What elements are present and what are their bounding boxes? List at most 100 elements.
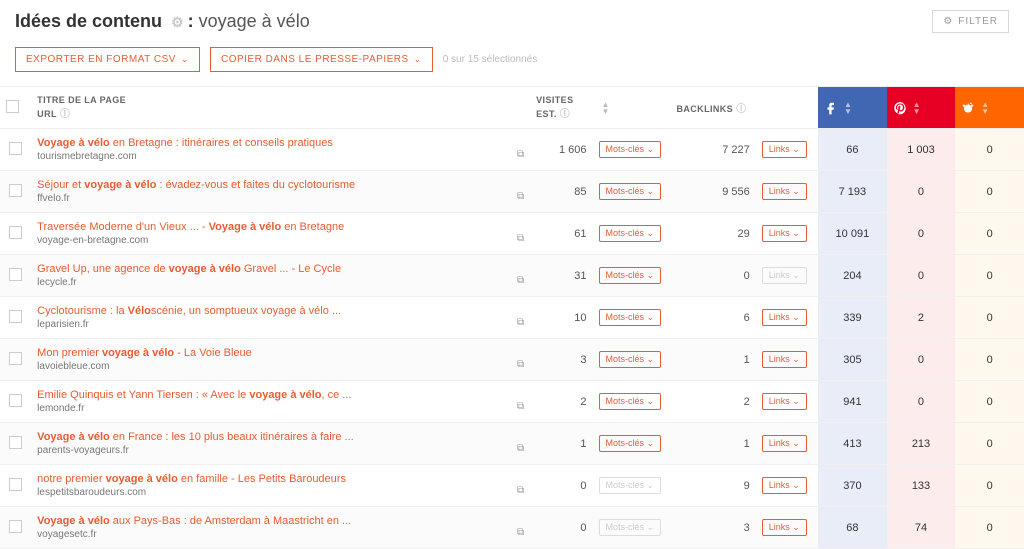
result-url[interactable]: leparisien.fr⧉: [37, 319, 524, 330]
links-pill[interactable]: Links ⌄: [762, 141, 807, 158]
result-title[interactable]: Séjour et voyage à vélo : évadez-vous et…: [37, 179, 524, 191]
reddit-cell: 0: [955, 129, 1024, 171]
links-pill[interactable]: Links ⌄: [762, 435, 807, 452]
visits-cell: 2: [530, 381, 592, 423]
result-url[interactable]: lespetitsbaroudeurs.com⧉: [37, 487, 524, 498]
links-pill[interactable]: Links ⌄: [762, 309, 807, 326]
column-facebook[interactable]: ▲▼: [818, 87, 887, 129]
pinterest-cell: 0: [887, 381, 956, 423]
pinterest-cell: 213: [887, 423, 956, 465]
result-url[interactable]: lecycle.fr⧉: [37, 277, 524, 288]
external-link-icon[interactable]: ⧉: [517, 317, 524, 328]
external-link-icon[interactable]: ⧉: [517, 149, 524, 160]
result-title[interactable]: Emilie Quinquis et Yann Tiersen : « Avec…: [37, 389, 524, 401]
backlinks-cell: 1: [670, 339, 755, 381]
filter-button[interactable]: ⚙ FILTER: [932, 10, 1009, 33]
external-link-icon[interactable]: ⧉: [517, 401, 524, 412]
column-backlinks[interactable]: BACKLINKSⓘ: [670, 87, 755, 129]
result-url[interactable]: lemonde.fr⧉: [37, 403, 524, 414]
external-link-icon[interactable]: ⧉: [517, 191, 524, 202]
links-pill[interactable]: Links ⌄: [762, 477, 807, 494]
keywords-pill[interactable]: Mots-clés ⌄: [599, 435, 662, 452]
result-url[interactable]: ffvelo.fr⧉: [37, 193, 524, 204]
links-pill[interactable]: Links ⌄: [762, 225, 807, 242]
external-link-icon[interactable]: ⧉: [517, 233, 524, 244]
table-row: Traversée Moderne d'un Vieux ... - Voyag…: [0, 213, 1024, 255]
keywords-pill[interactable]: Mots-clés ⌄: [599, 141, 662, 158]
keywords-pill[interactable]: Mots-clés ⌄: [599, 225, 662, 242]
keywords-pill[interactable]: Mots-clés ⌄: [599, 309, 662, 326]
facebook-cell: 941: [818, 381, 887, 423]
row-checkbox[interactable]: [9, 436, 22, 449]
table-row: Voyage à vélo en Bretagne : itinéraires …: [0, 129, 1024, 171]
backlinks-cell: 0: [670, 255, 755, 297]
visits-cell: 0: [530, 507, 592, 549]
visits-cell: 1: [530, 423, 592, 465]
pinterest-icon: [893, 101, 907, 115]
reddit-cell: 0: [955, 423, 1024, 465]
result-title[interactable]: Mon premier voyage à vélo - La Voie Bleu…: [37, 347, 524, 359]
table-row: Cyclotourisme : la Véloscénie, un somptu…: [0, 297, 1024, 339]
external-link-icon[interactable]: ⧉: [517, 527, 524, 538]
row-checkbox[interactable]: [9, 226, 22, 239]
links-pill[interactable]: Links ⌄: [762, 519, 807, 536]
pinterest-cell: 0: [887, 213, 956, 255]
select-all-checkbox[interactable]: [6, 100, 19, 113]
result-url[interactable]: voyagesetc.fr⧉: [37, 529, 524, 540]
row-checkbox[interactable]: [9, 268, 22, 281]
result-url[interactable]: voyage-en-bretagne.com⧉: [37, 235, 524, 246]
result-url[interactable]: lavoiebleue.com⧉: [37, 361, 524, 372]
result-title[interactable]: Voyage à vélo en France : les 10 plus be…: [37, 431, 524, 443]
row-checkbox[interactable]: [9, 142, 22, 155]
export-csv-button[interactable]: EXPORTER EN FORMAT CSV⌄: [15, 47, 200, 72]
result-url[interactable]: parents-voyageurs.fr⧉: [37, 445, 524, 456]
result-title[interactable]: Voyage à vélo aux Pays-Bas : de Amsterda…: [37, 515, 524, 527]
keywords-pill[interactable]: Mots-clés ⌄: [599, 267, 662, 284]
links-pill: Links ⌄: [762, 267, 807, 284]
row-checkbox[interactable]: [9, 310, 22, 323]
backlinks-cell: 9: [670, 465, 755, 507]
result-url[interactable]: tourismebretagne.com⧉: [37, 151, 524, 162]
pinterest-cell: 0: [887, 339, 956, 381]
visits-cell: 85: [530, 171, 592, 213]
info-icon: ⓘ: [60, 109, 70, 120]
column-reddit[interactable]: ▲▼: [955, 87, 1024, 129]
result-title[interactable]: Cyclotourisme : la Véloscénie, un somptu…: [37, 305, 524, 317]
backlinks-cell: 1: [670, 423, 755, 465]
keywords-pill[interactable]: Mots-clés ⌄: [599, 183, 662, 200]
result-title[interactable]: Traversée Moderne d'un Vieux ... - Voyag…: [37, 221, 524, 233]
sort-icon[interactable]: ▲▼: [602, 101, 610, 115]
facebook-cell: 413: [818, 423, 887, 465]
copy-clipboard-button[interactable]: COPIER DANS LE PRESSE-PAPIERS⌄: [210, 47, 433, 72]
reddit-cell: 0: [955, 255, 1024, 297]
backlinks-cell: 3: [670, 507, 755, 549]
external-link-icon[interactable]: ⧉: [517, 359, 524, 370]
links-pill[interactable]: Links ⌄: [762, 393, 807, 410]
keywords-pill: Mots-clés ⌄: [599, 519, 662, 536]
external-link-icon[interactable]: ⧉: [517, 485, 524, 496]
row-checkbox[interactable]: [9, 394, 22, 407]
pinterest-cell: 0: [887, 255, 956, 297]
keywords-pill[interactable]: Mots-clés ⌄: [599, 351, 662, 368]
result-title[interactable]: Gravel Up, une agence de voyage à vélo G…: [37, 263, 524, 275]
info-icon: ⓘ: [560, 109, 570, 120]
row-checkbox[interactable]: [9, 352, 22, 365]
reddit-cell: 0: [955, 381, 1024, 423]
sort-icon: ▲▼: [844, 101, 852, 115]
external-link-icon[interactable]: ⧉: [517, 443, 524, 454]
keywords-pill[interactable]: Mots-clés ⌄: [599, 393, 662, 410]
column-pinterest[interactable]: ▲▼: [887, 87, 956, 129]
column-title[interactable]: TITRE DE LA PAGEURLⓘ: [31, 87, 530, 129]
backlinks-cell: 2: [670, 381, 755, 423]
links-pill[interactable]: Links ⌄: [762, 351, 807, 368]
result-title[interactable]: notre premier voyage à vélo en famille -…: [37, 473, 524, 485]
links-pill[interactable]: Links ⌄: [762, 183, 807, 200]
facebook-cell: 7 193: [818, 171, 887, 213]
result-title[interactable]: Voyage à vélo en Bretagne : itinéraires …: [37, 137, 524, 149]
row-checkbox[interactable]: [9, 520, 22, 533]
external-link-icon[interactable]: ⧉: [517, 275, 524, 286]
column-visits[interactable]: VISITES EST.ⓘ: [530, 87, 592, 129]
row-checkbox[interactable]: [9, 184, 22, 197]
gear-icon[interactable]: ⚙: [171, 14, 184, 30]
row-checkbox[interactable]: [9, 478, 22, 491]
